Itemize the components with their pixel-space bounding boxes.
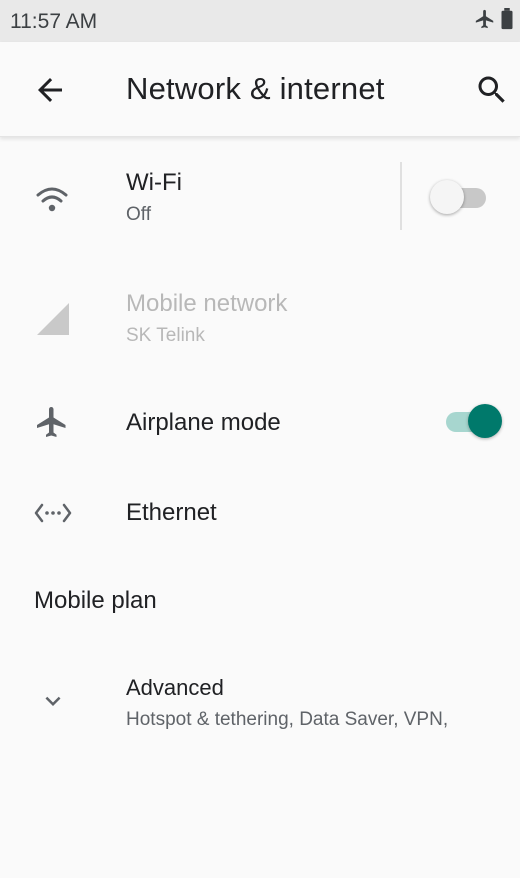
mobile-network-title: Mobile network [126, 290, 288, 317]
mobile-network-setting[interactable]: Mobile network SK Telink [0, 270, 520, 370]
battery-icon [501, 8, 513, 30]
advanced-summary: Hotspot & tethering, Data Saver, VPN, [126, 709, 449, 730]
mobile-network-summary: SK Telink [126, 325, 205, 346]
arrow-back-icon [38, 78, 62, 102]
advanced-setting[interactable]: Advanced Hotspot & tethering, Data Saver… [0, 656, 520, 756]
airplane-mode-toggle-thumb [468, 404, 502, 438]
wifi-title: Wi-Fi [126, 169, 182, 196]
page-title: Network & internet [126, 71, 385, 106]
search-button[interactable] [474, 72, 510, 108]
ethernet-title: Ethernet [126, 499, 217, 526]
airplane-mode-setting[interactable]: Airplane mode [0, 380, 520, 466]
divider [400, 162, 402, 230]
signal-icon [36, 302, 70, 341]
airplane-mode-toggle[interactable] [440, 402, 504, 442]
wifi-toggle-thumb [430, 180, 464, 214]
search-icon [478, 76, 505, 103]
mobile-plan-title: Mobile plan [34, 587, 157, 614]
ethernet-setting[interactable]: Ethernet [0, 470, 520, 556]
advanced-title: Advanced [126, 675, 224, 700]
wifi-setting[interactable]: Wi-Fi Off [0, 148, 520, 260]
app-bar: Network & internet [0, 42, 520, 137]
airplane-icon [34, 404, 70, 445]
airplane-mode-title: Airplane mode [126, 409, 281, 436]
status-icons [474, 8, 514, 30]
wifi-summary: Off [126, 204, 151, 225]
back-button[interactable] [32, 72, 68, 108]
wifi-toggle[interactable] [430, 178, 494, 218]
status-bar: 11:57 AM [0, 0, 520, 42]
airplane-icon [475, 9, 493, 29]
status-time: 11:57 AM [10, 10, 98, 33]
wifi-icon [34, 182, 70, 223]
chevron-down-icon [38, 686, 68, 721]
ethernet-icon [33, 498, 73, 533]
